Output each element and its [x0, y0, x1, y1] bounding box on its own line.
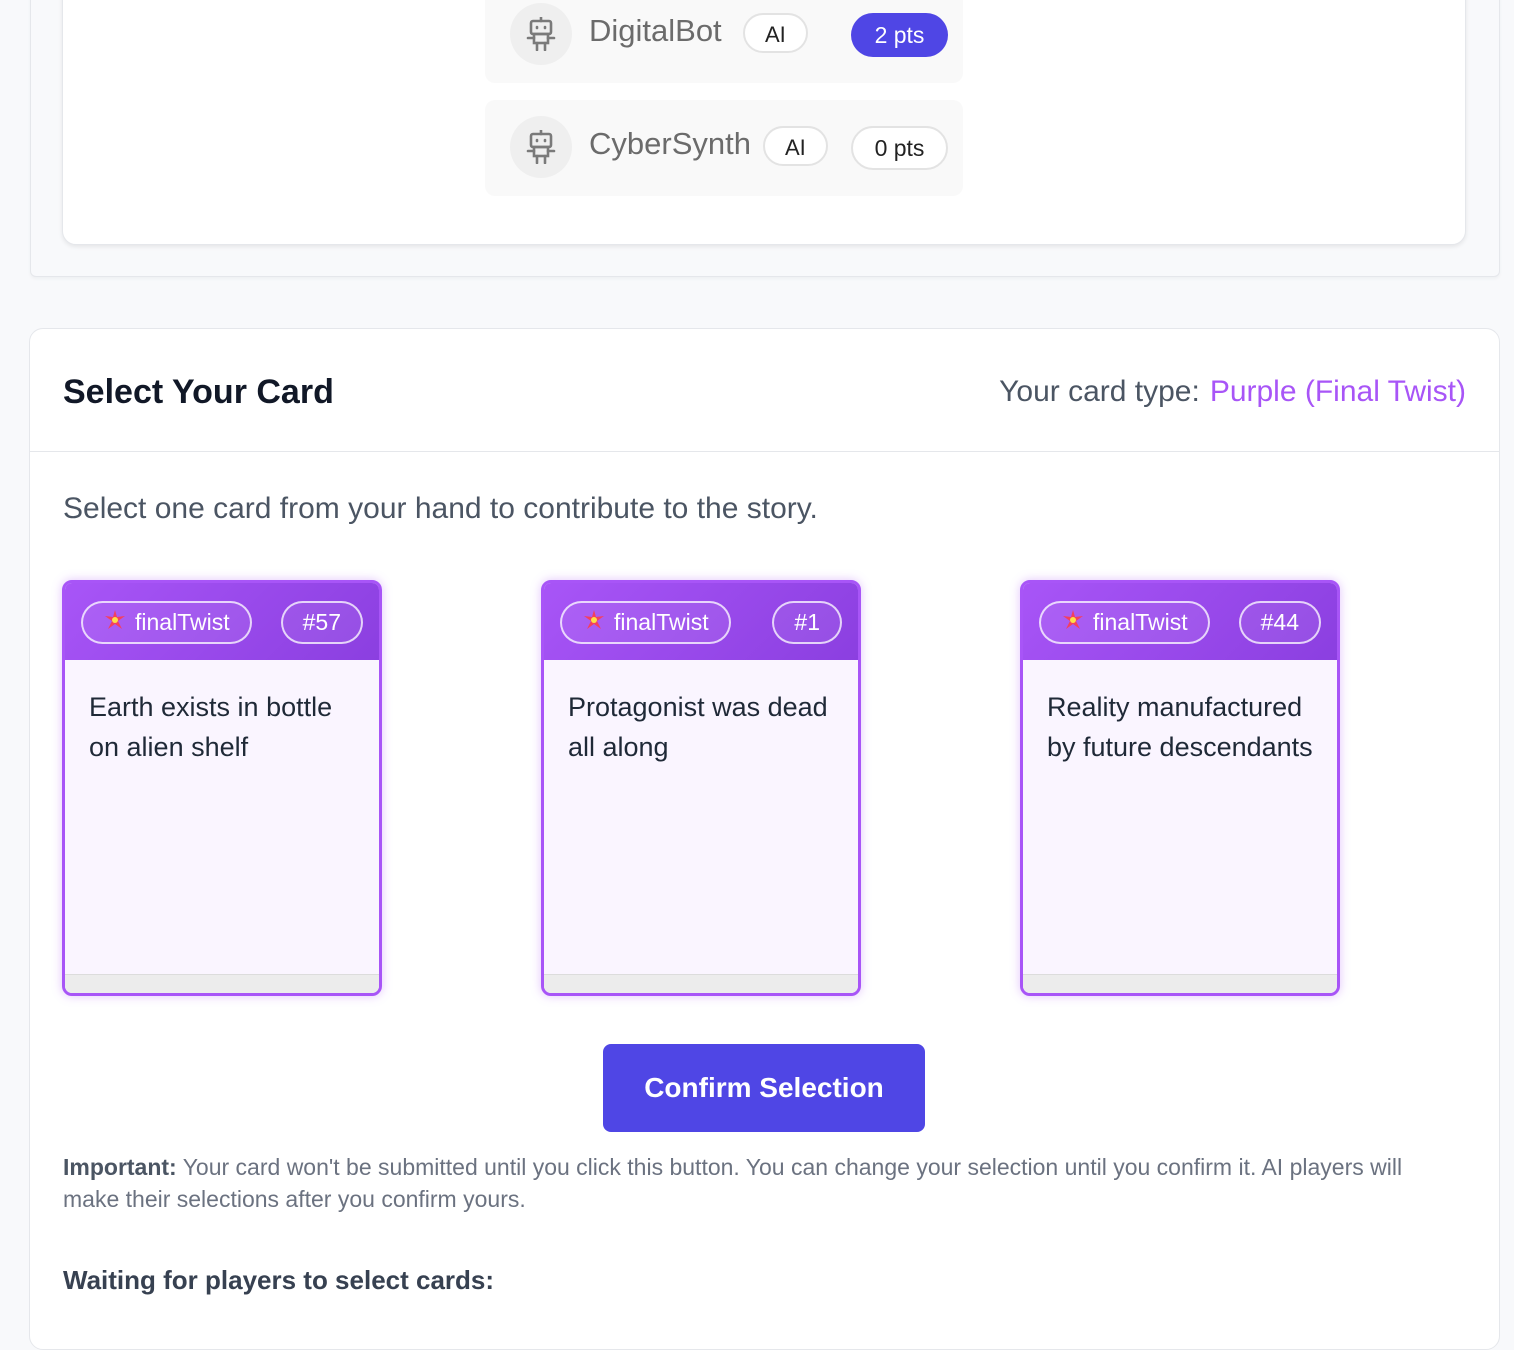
instructions: Select one card from your hand to contri… — [63, 492, 818, 525]
robot-icon — [510, 3, 572, 65]
player-points: 0 pts — [851, 126, 948, 170]
card-number: #44 — [1238, 601, 1321, 644]
player-row: DigitalBot AI 2 pts — [485, 0, 963, 83]
card-footer — [544, 974, 858, 993]
note-label: Important: — [63, 1154, 177, 1180]
note-text: Your card won't be submitted until you c… — [63, 1154, 1403, 1212]
hand-card[interactable]: finalTwist #44 Reality manufactured by f… — [1020, 580, 1340, 996]
confirm-selection-button[interactable]: Confirm Selection — [603, 1044, 925, 1132]
card-type-label: finalTwist — [1093, 609, 1188, 635]
card-type-indicator: Your card type: Purple (Final Twist) — [999, 375, 1466, 409]
player-points: 2 pts — [851, 13, 948, 57]
ai-badge: AI — [743, 13, 808, 53]
sparkle-icon — [584, 609, 604, 636]
card-text: Reality manufactured by future descendan… — [1047, 692, 1313, 762]
sparkle-icon — [1063, 609, 1083, 636]
card-type-pill: finalTwist — [560, 601, 731, 644]
player-name: DigitalBot — [589, 13, 722, 48]
sparkle-icon — [105, 609, 125, 636]
card-header: finalTwist #44 — [1023, 583, 1337, 660]
robot-icon — [510, 116, 572, 178]
hand-card[interactable]: finalTwist #1 Protagonist was dead all a… — [541, 580, 861, 996]
player-name: CyberSynth — [589, 126, 751, 161]
card-type-label: finalTwist — [614, 609, 709, 635]
player-row: CyberSynth AI 0 pts — [485, 100, 963, 196]
card-type-pill: finalTwist — [81, 601, 252, 644]
card-footer — [1023, 974, 1337, 993]
card-type-label: Your card type: — [999, 375, 1200, 408]
waiting-heading: Waiting for players to select cards: — [63, 1265, 495, 1295]
card-text: Protagonist was dead all along — [568, 692, 828, 762]
important-note: Important: Your card won't be submitted … — [63, 1151, 1463, 1215]
card-footer — [65, 974, 379, 993]
section-title: Select Your Card — [63, 373, 334, 411]
section-header: Select Your Card Your card type: Purple (… — [30, 329, 1499, 452]
hand-card[interactable]: finalTwist #57 Earth exists in bottle on… — [62, 580, 382, 996]
card-type-label: finalTwist — [135, 609, 230, 635]
select-card-section: Select Your Card Your card type: Purple (… — [29, 328, 1500, 1350]
card-text: Earth exists in bottle on alien shelf — [89, 692, 333, 762]
card-header: finalTwist #57 — [65, 583, 379, 660]
card-number: #57 — [280, 601, 363, 644]
card-header: finalTwist #1 — [544, 583, 858, 660]
card-number: #1 — [772, 601, 842, 644]
card-type-value: Purple (Final Twist) — [1209, 375, 1466, 408]
ai-badge: AI — [763, 126, 828, 166]
card-type-pill: finalTwist — [1039, 601, 1210, 644]
